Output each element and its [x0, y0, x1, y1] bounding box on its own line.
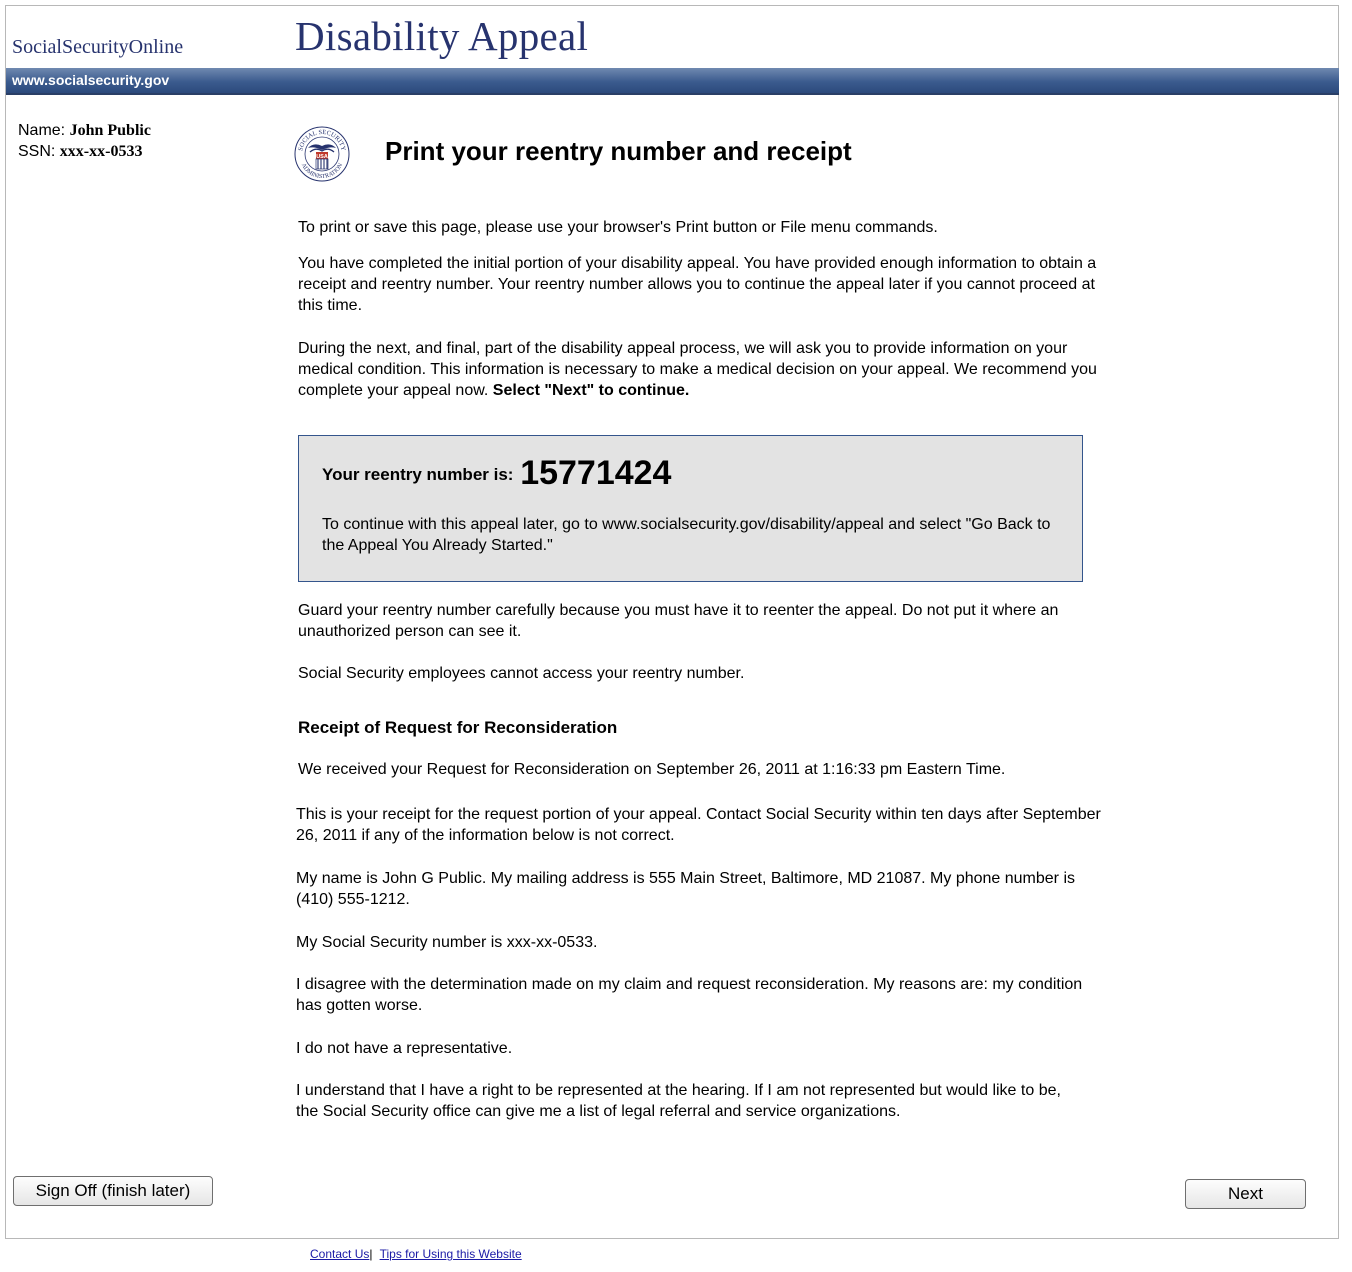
- name-label: Name:: [18, 122, 66, 139]
- reentry-label: Your reentry number is:: [322, 465, 514, 484]
- user-name: John Public: [69, 122, 151, 139]
- receipt-right: I understand that I have a right to be r…: [296, 1082, 1061, 1120]
- ssn-label: SSN:: [18, 143, 56, 160]
- next-part-emphasis: Select "Next" to continue.: [492, 382, 690, 399]
- receipt-name-address: My name is John G Public. My mailing add…: [296, 870, 1075, 908]
- next-button[interactable]: Next: [1185, 1179, 1306, 1209]
- print-instruction: To print or save this page, please use y…: [298, 219, 938, 236]
- app-title: Disability Appeal: [295, 13, 589, 59]
- ssa-seal-icon: SOCIAL SECURITY ADMINISTRATION USA: [294, 126, 350, 182]
- user-name-row: Name: John Public: [18, 120, 151, 141]
- user-info: Name: John Public SSN: xxx-xx-0533: [18, 120, 151, 162]
- employees-text: Social Security employees cannot access …: [298, 665, 745, 682]
- reentry-box: Your reentry number is: 15771424 To cont…: [298, 435, 1083, 582]
- site-url: www.socialsecurity.gov: [12, 72, 170, 88]
- reentry-note: To continue with this appeal later, go t…: [322, 516, 1051, 554]
- user-ssn: xxx-xx-0533: [59, 143, 143, 160]
- brand-logo-text: SocialSecurityOnline: [12, 36, 184, 58]
- user-ssn-row: SSN: xxx-xx-0533: [18, 141, 151, 162]
- reentry-line: Your reentry number is: 15771424: [322, 454, 671, 493]
- receipt-representative: I do not have a representative.: [296, 1040, 513, 1057]
- receipt-note: This is your receipt for the request por…: [296, 806, 1101, 844]
- completed-text: You have completed the initial portion o…: [298, 255, 1097, 314]
- reentry-number: 15771424: [520, 454, 672, 492]
- url-bar: www.socialsecurity.gov: [6, 68, 1339, 95]
- footer-separator: |: [369, 1247, 373, 1261]
- receipt-ssn: My Social Security number is xxx-xx-0533…: [296, 934, 598, 951]
- contact-us-link[interactable]: Contact Us: [310, 1247, 369, 1261]
- receipt-disagree: I disagree with the determination made o…: [296, 976, 1083, 1014]
- receipt-received: We received your Request for Reconsidera…: [298, 761, 1006, 778]
- page-title: Print your reentry number and receipt: [385, 136, 852, 166]
- next-part-text: During the next, and final, part of the …: [298, 338, 1118, 401]
- tips-link[interactable]: Tips for Using this Website: [380, 1247, 522, 1261]
- sign-off-button[interactable]: Sign Off (finish later): [13, 1176, 213, 1206]
- footer-links: Contact Us| Tips for Using this Website: [310, 1247, 522, 1261]
- next-part-body: During the next, and final, part of the …: [298, 340, 1097, 399]
- receipt-heading: Receipt of Request for Reconsideration: [298, 718, 618, 737]
- guard-text: Guard your reentry number carefully beca…: [298, 602, 1059, 640]
